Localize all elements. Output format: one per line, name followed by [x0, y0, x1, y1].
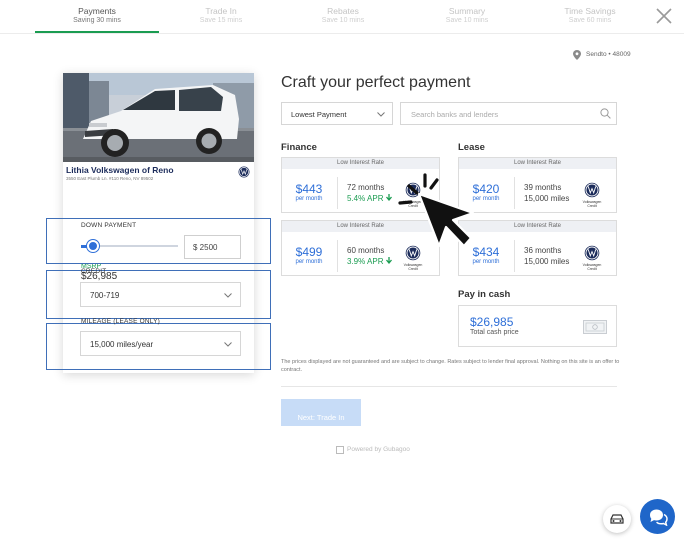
- lease-heading: Lease: [458, 142, 485, 153]
- down-payment-label: DOWN PAYMENT: [81, 222, 137, 229]
- offer-monthly-price: $499: [295, 245, 323, 259]
- credit-label: CREDIT: [81, 268, 107, 275]
- chat-bubble-icon: [650, 509, 668, 526]
- finance-heading: Finance: [281, 142, 317, 153]
- gubagoo-logo-icon: [336, 446, 344, 454]
- step-time-savings[interactable]: Time Savings Save 60 mins: [528, 6, 652, 24]
- offer-band-label: Low Interest Rate: [459, 158, 616, 169]
- step-summary[interactable]: Summary Save 10 mins: [405, 6, 529, 24]
- dealer-address: 3550 East Plumb Ln. #110 Reno, NV 89502: [66, 176, 154, 181]
- active-step-indicator: [35, 31, 159, 33]
- dealer-name: Lithia Volkswagen of Reno: [66, 165, 174, 175]
- offer-divider: [337, 240, 338, 272]
- step-title: Time Savings: [564, 6, 616, 16]
- mileage-select[interactable]: 15,000 miles/year: [80, 331, 241, 356]
- offer-monthly-price: $443: [295, 182, 323, 196]
- search-icon[interactable]: [600, 108, 611, 119]
- chat-button[interactable]: [640, 499, 675, 534]
- volkswagen-logo-icon: [584, 245, 600, 261]
- sort-select[interactable]: Lowest Payment: [281, 102, 393, 125]
- cash-offer-card[interactable]: $26,985 Total cash price: [458, 305, 617, 347]
- cash-heading: Pay in cash: [458, 289, 511, 300]
- divider: [281, 386, 617, 387]
- offer-miles: 15,000 miles: [524, 194, 570, 203]
- step-subtitle: Save 15 mins: [199, 17, 243, 24]
- cash-price-label: Total cash price: [470, 329, 519, 336]
- step-subtitle: Save 60 mins: [568, 17, 612, 24]
- lease-offer-card[interactable]: Low Interest Rate $434 per month 36 mont…: [458, 220, 617, 276]
- offer-divider: [337, 177, 338, 209]
- offer-term: 36 months: [524, 246, 562, 255]
- cash-bill-icon: [583, 320, 607, 334]
- step-subtitle: Save 10 mins: [445, 17, 489, 24]
- location-text[interactable]: Sendto • 48009: [586, 51, 631, 58]
- chevron-down-icon: [224, 293, 232, 298]
- location-pin-icon: [573, 50, 581, 60]
- lender-name: Volkswagen Credit: [403, 263, 423, 271]
- offer-per-month: per month: [295, 196, 323, 202]
- step-title: Payments: [78, 6, 116, 16]
- chevron-down-icon: [224, 342, 232, 347]
- lender-search-placeholder: Search banks and lenders: [411, 110, 499, 119]
- offer-term: 39 months: [524, 183, 562, 192]
- step-subtitle: Saving 30 mins: [73, 17, 121, 24]
- lease-offer-card[interactable]: Low Interest Rate $420 per month 39 mont…: [458, 157, 617, 213]
- pricing-disclaimer: The prices displayed are not guaranteed …: [281, 359, 620, 373]
- powered-by-text[interactable]: Powered by Gubagoo: [347, 446, 410, 453]
- offer-apr-value: 3.9% APR: [347, 257, 384, 266]
- cash-price: $26,985: [470, 315, 514, 329]
- mileage-select-value: 15,000 miles/year: [90, 340, 154, 349]
- close-icon[interactable]: [654, 6, 674, 26]
- step-navigation: Payments Saving 30 mins Trade In Save 15…: [0, 0, 684, 34]
- chevron-down-icon: [377, 112, 385, 117]
- volkswagen-logo-icon: [584, 182, 600, 198]
- car-icon: [610, 514, 624, 524]
- offer-miles: 15,000 miles: [524, 257, 570, 266]
- offer-apr-value: 5.4% APR: [347, 194, 384, 203]
- arrow-down-icon: [385, 194, 392, 202]
- offer-apr: 3.9% APR: [347, 257, 392, 266]
- step-title: Rebates: [327, 6, 359, 16]
- vehicle-fab-button[interactable]: [603, 505, 631, 533]
- lender-name: Volkswagen Credit: [582, 200, 602, 208]
- lender-search-input[interactable]: Search banks and lenders: [400, 102, 617, 125]
- click-cursor-icon: [398, 173, 475, 248]
- offer-per-month: per month: [472, 259, 500, 265]
- step-subtitle: Save 10 mins: [321, 17, 365, 24]
- step-payments[interactable]: Payments Saving 30 mins: [35, 6, 159, 24]
- step-title: Trade In: [205, 6, 237, 16]
- offer-term: 60 months: [347, 246, 385, 255]
- mileage-label: MILEAGE (LEASE ONLY): [81, 318, 161, 325]
- offer-divider: [514, 177, 515, 209]
- offer-band-label: Low Interest Rate: [459, 221, 616, 232]
- credit-select-value: 700-719: [90, 291, 120, 300]
- offer-apr: 5.4% APR: [347, 194, 392, 203]
- down-payment-slider-handle[interactable]: [86, 240, 99, 252]
- page-title: Craft your perfect payment: [281, 74, 471, 91]
- step-trade-in[interactable]: Trade In Save 15 mins: [159, 6, 283, 24]
- next-trade-in-button[interactable]: Next: Trade In: [281, 399, 361, 426]
- credit-select[interactable]: 700-719: [80, 282, 241, 307]
- volkswagen-logo-icon: [238, 166, 250, 178]
- arrow-down-icon: [385, 257, 392, 265]
- step-rebates[interactable]: Rebates Save 10 mins: [281, 6, 405, 24]
- offer-band-label: Low Interest Rate: [282, 158, 439, 169]
- step-title: Summary: [448, 6, 486, 16]
- lender-name: Volkswagen Credit: [582, 263, 602, 271]
- offer-divider: [514, 240, 515, 272]
- offer-per-month: per month: [295, 259, 323, 265]
- sort-select-value: Lowest Payment: [291, 110, 347, 119]
- vehicle-photo: [63, 73, 254, 162]
- down-payment-input[interactable]: $ 2500: [184, 235, 241, 259]
- offer-term: 72 months: [347, 183, 385, 192]
